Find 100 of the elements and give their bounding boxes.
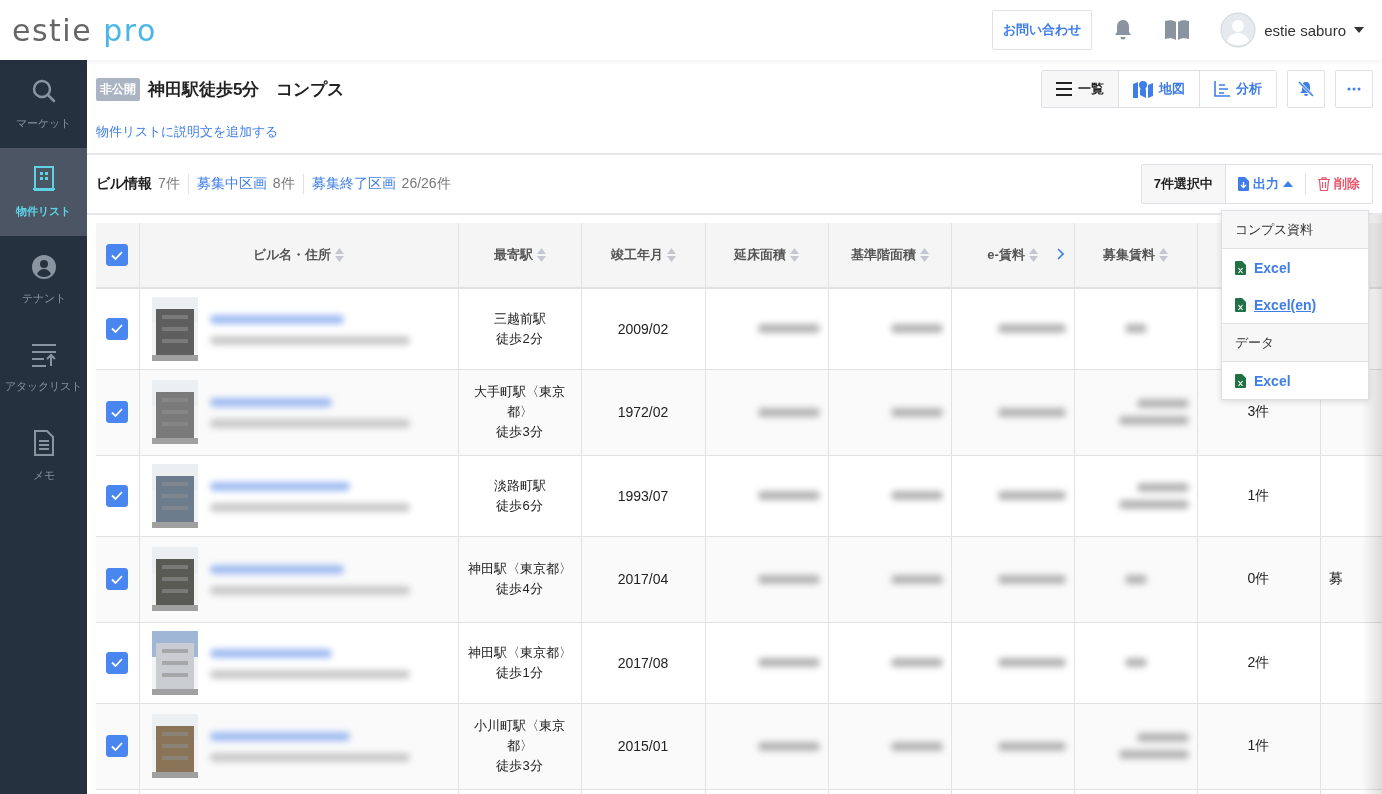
tab-count: 7件: [158, 175, 180, 193]
list-icon: [1056, 82, 1072, 96]
spreadsheet-file-icon: [1235, 297, 1246, 312]
file-download-icon: [1238, 177, 1249, 191]
row-checkbox[interactable]: [106, 317, 129, 340]
tab[interactable]: 募集終了区画: [311, 175, 396, 193]
built-date: 2017/04: [617, 571, 669, 587]
add-description-link[interactable]: 物件リストに説明文を追加する: [96, 124, 278, 139]
column-header[interactable]: 竣工年月: [610, 246, 676, 264]
user-name[interactable]: estie saburo: [1264, 21, 1346, 39]
blurred-value: [757, 741, 820, 751]
column-header[interactable]: 募集賃料: [1103, 246, 1168, 264]
caret-icon: [1283, 181, 1293, 187]
count-cell: 2件: [1247, 653, 1270, 670]
list-title: 神田駅徒歩5分 コンプス: [148, 78, 345, 101]
row-checkbox[interactable]: [106, 735, 129, 757]
walk-time: 徒歩3分: [495, 757, 544, 775]
blurred-value: [997, 324, 1066, 334]
more-icon: [1347, 87, 1361, 91]
checkmark-icon: [111, 324, 124, 334]
document-icon: [32, 429, 55, 456]
column-header[interactable]: 基準階面積: [850, 246, 929, 264]
row-checkbox[interactable]: [106, 651, 129, 674]
count-cell: 3件: [1247, 403, 1270, 419]
walk-time: 徒歩3分: [495, 423, 544, 441]
selected-count: 7件選択中: [1141, 165, 1226, 203]
mute-notification-button[interactable]: [1287, 70, 1325, 108]
sidebar-item[interactable]: アタックリスト: [0, 324, 87, 412]
view-button[interactable]: 一覧: [1042, 71, 1118, 107]
blurred-value: [997, 574, 1066, 584]
menu-item[interactable]: Excel(en): [1222, 286, 1368, 323]
checkmark-icon: [111, 250, 124, 260]
book-icon[interactable]: [1164, 19, 1191, 41]
tab-count: 26/26件: [401, 175, 451, 193]
app-logo[interactable]: estie pro: [12, 12, 157, 48]
building-icon: [32, 165, 55, 192]
caret-icon[interactable]: [1354, 27, 1364, 33]
column-header[interactable]: 最寄駅: [493, 246, 546, 264]
count-cell: 1件: [1247, 737, 1270, 753]
tab[interactable]: ビル情報: [96, 175, 152, 193]
bell-off-icon: [1298, 81, 1314, 97]
list-upload-icon: [30, 342, 57, 367]
contact-button[interactable]: お問い合わせ: [992, 10, 1093, 50]
walk-time: 徒歩1分: [495, 663, 544, 682]
column-header[interactable]: ビル名・住所: [253, 246, 344, 264]
menu-item[interactable]: Excel: [1222, 362, 1368, 399]
map-pin-icon: [1133, 80, 1153, 98]
blurred-value: [997, 491, 1066, 500]
sidebar-item[interactable]: テナント: [0, 236, 87, 324]
blurred-value: [757, 491, 820, 500]
trash-icon: [1318, 177, 1330, 191]
nearest-station: 小川町駅〈東京都〉: [473, 717, 566, 755]
walk-time: 徒歩6分: [495, 496, 544, 515]
search-icon: [30, 77, 57, 104]
nearest-station: 神田駅〈東京都〉: [466, 643, 573, 662]
select-all-checkbox[interactable]: [106, 244, 129, 266]
blurred-value: [757, 324, 820, 334]
nearest-station: 神田駅〈東京都〉: [466, 560, 573, 578]
built-date: 1972/02: [617, 404, 669, 420]
blurred-value: [890, 741, 943, 751]
row-checkbox[interactable]: [106, 401, 129, 423]
tab[interactable]: 募集中区画: [196, 175, 267, 193]
checkmark-icon: [111, 574, 124, 584]
view-button[interactable]: 分析: [1199, 71, 1276, 107]
column-header[interactable]: e-賃料: [987, 246, 1038, 264]
checkmark-icon: [111, 741, 124, 751]
count-cell: 0件: [1247, 570, 1270, 586]
blurred-value: [890, 658, 943, 667]
blurred-value: [997, 407, 1066, 417]
built-date: 2009/02: [617, 320, 669, 337]
chevron-right-icon[interactable]: [1056, 248, 1064, 260]
row-checkbox[interactable]: [106, 484, 129, 507]
blurred-value: [890, 491, 943, 500]
nearest-station: 淡路町駅: [492, 476, 547, 495]
built-date: 2015/01: [617, 738, 669, 754]
checkmark-icon: [111, 491, 124, 500]
blurred-value: [997, 741, 1066, 751]
nearest-station: 三越前駅: [492, 309, 547, 328]
person-icon: [31, 254, 56, 279]
blurred-value: [757, 407, 820, 417]
sidebar-item[interactable]: マーケット: [0, 60, 87, 148]
checkmark-icon: [111, 658, 124, 667]
chart-icon: [1214, 81, 1230, 97]
menu-heading: コンプス資料: [1222, 211, 1368, 249]
blurred-value: [997, 658, 1066, 667]
walk-time: 徒歩4分: [495, 580, 544, 598]
private-badge: 非公開: [96, 77, 140, 101]
sidebar-item[interactable]: メモ: [0, 412, 87, 500]
blurred-value: [757, 574, 820, 584]
menu-item[interactable]: Excel: [1222, 249, 1368, 286]
tab-count: 8件: [272, 175, 295, 193]
count-cell: 1件: [1247, 486, 1270, 503]
spreadsheet-file-icon: [1235, 373, 1246, 388]
column-header[interactable]: 延床面積: [734, 246, 799, 264]
checkmark-icon: [111, 407, 124, 417]
blurred-value: [890, 407, 943, 417]
nearest-station: 大手町駅〈東京都〉: [473, 383, 566, 421]
walk-time: 徒歩2分: [495, 329, 544, 348]
row-checkbox[interactable]: [106, 568, 129, 590]
sidebar-item[interactable]: 物件リスト: [0, 148, 87, 236]
